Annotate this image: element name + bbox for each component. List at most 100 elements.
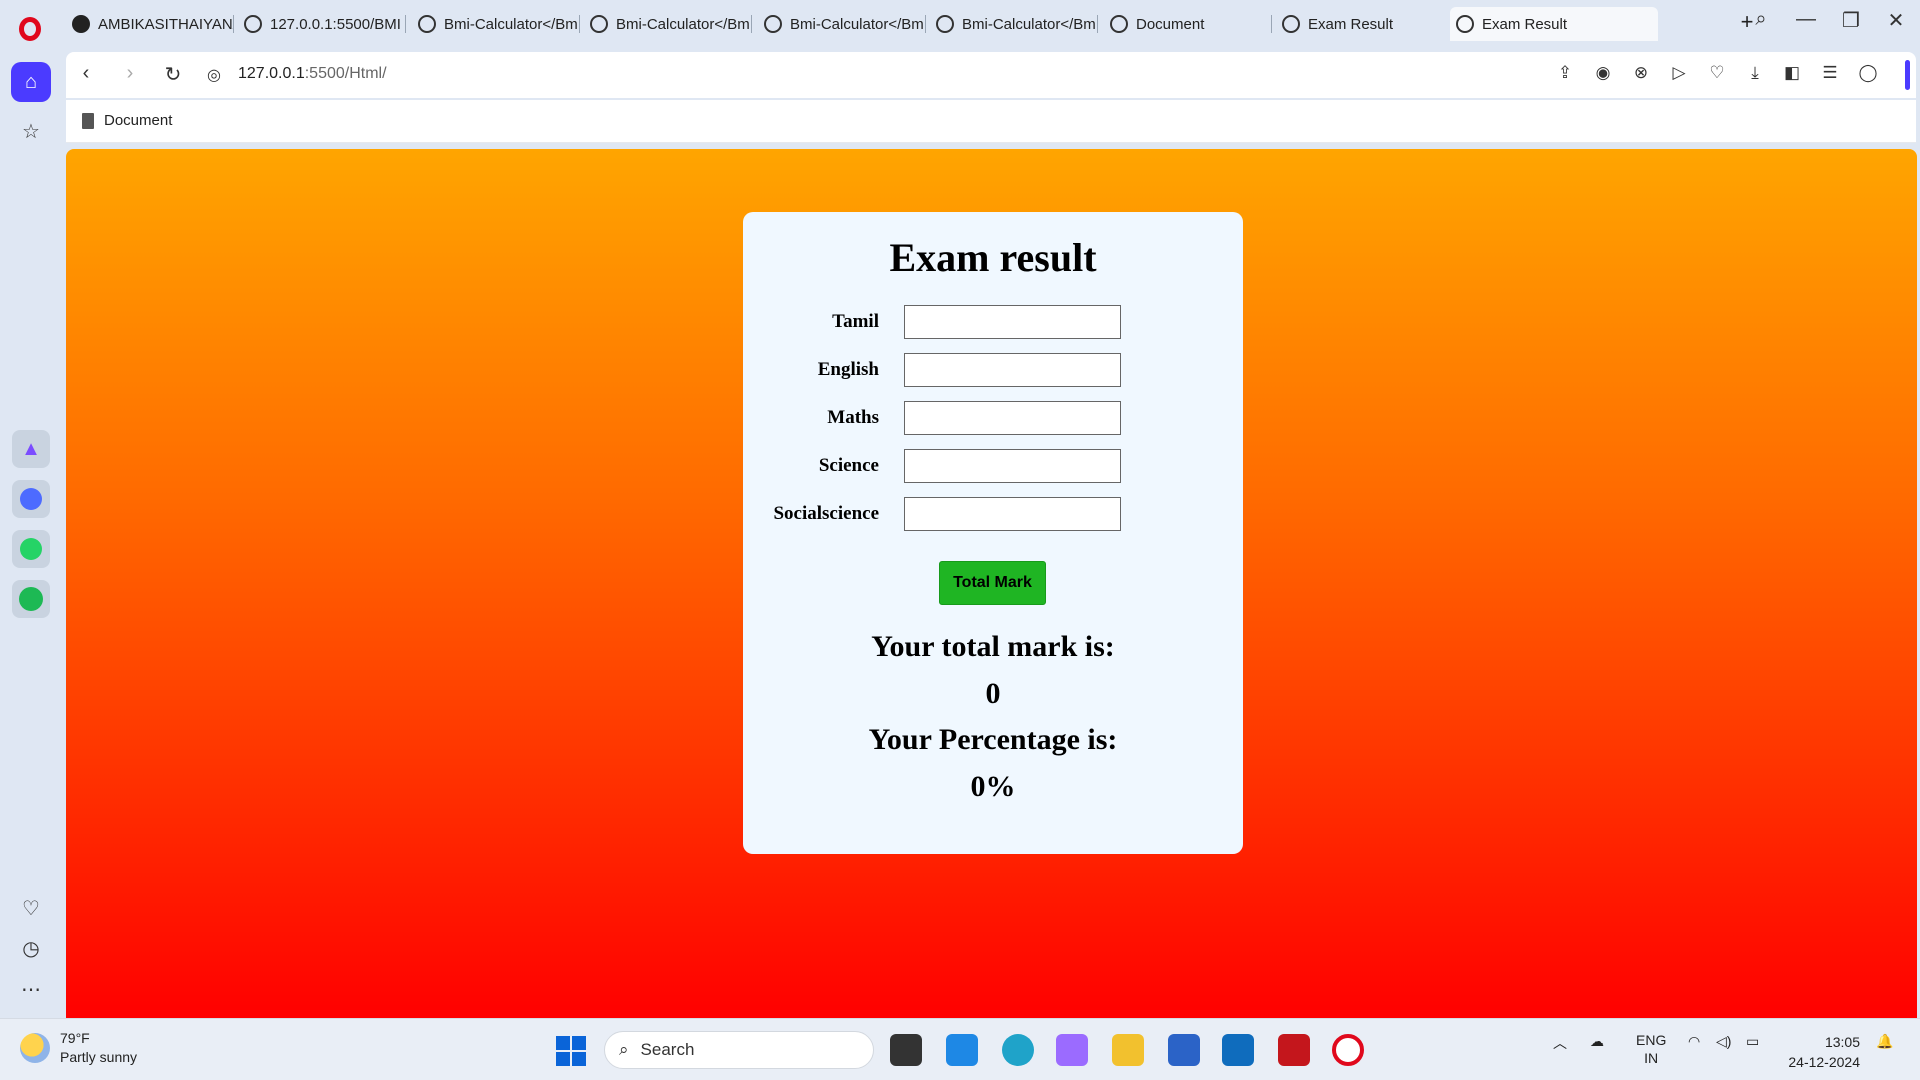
tab-bmi-calculator[interactable]: Bmi-Calculator</Bm <box>758 7 926 41</box>
profile-icon[interactable]: ◯ <box>1856 63 1880 83</box>
page-title: Exam result <box>889 235 1097 280</box>
camera-icon[interactable]: ◉ <box>1591 63 1615 83</box>
field-row: Science <box>743 449 1243 485</box>
play-icon[interactable]: ▷ <box>1667 63 1691 83</box>
field-label: English <box>817 359 879 380</box>
tab-label: Exam Result <box>1482 15 1568 33</box>
tab-label: Bmi-Calculator</Bm <box>962 15 1096 33</box>
heart-icon[interactable]: ♡ <box>1705 63 1729 83</box>
bookmarks-star-icon[interactable]: ☆ <box>12 112 50 150</box>
time: 13:05 <box>1824 1034 1860 1050</box>
field-label: Tamil <box>832 311 879 332</box>
clock[interactable]: 13:05 24-12-2024 <box>1788 1032 1860 1072</box>
outlook-icon[interactable] <box>1222 1034 1254 1066</box>
total-value: 0 <box>985 677 1001 710</box>
volume-icon[interactable]: ◁) <box>1716 1033 1731 1050</box>
bookmark-label: Document <box>104 112 173 129</box>
search-placeholder: Search <box>640 1040 695 1059</box>
globe-icon <box>764 15 782 33</box>
vscode-icon[interactable] <box>946 1034 978 1066</box>
english-input[interactable] <box>904 353 1121 387</box>
weather-icon <box>20 1033 50 1063</box>
adblock-icon[interactable]: ⊗ <box>1629 63 1653 83</box>
tab-label: Bmi-Calculator</Bm <box>616 15 750 33</box>
opera-logo-icon[interactable] <box>19 17 41 41</box>
tab-bmi-calculator[interactable]: Bmi-Calculator</Bm <box>584 7 752 41</box>
notification-bell-icon[interactable]: 🔔 <box>1876 1033 1893 1050</box>
tamil-input[interactable] <box>904 305 1121 339</box>
easy-setup-icon[interactable]: ☰ <box>1818 63 1842 83</box>
edge-icon[interactable] <box>1002 1034 1034 1066</box>
site-info-icon[interactable]: ◎ <box>202 65 226 85</box>
spotify-icon[interactable] <box>12 580 50 618</box>
history-icon[interactable]: ◷ <box>12 929 50 967</box>
mcafee-icon[interactable] <box>1278 1034 1310 1066</box>
heart-icon[interactable]: ♡ <box>12 889 50 927</box>
search-tabs-icon[interactable]: ⌕ <box>1746 8 1776 31</box>
back-icon[interactable]: ‹ <box>74 62 98 85</box>
messenger-icon[interactable] <box>12 480 50 518</box>
science-input[interactable] <box>904 449 1121 483</box>
more-icon[interactable]: ⋯ <box>12 970 50 1008</box>
restore-button[interactable]: ❐ <box>1836 8 1866 33</box>
tab-label: Document <box>1136 15 1205 33</box>
battery-icon[interactable]: ▭ <box>1746 1033 1759 1050</box>
search-icon: ⌕ <box>619 1040 629 1059</box>
wallet-icon[interactable]: ◧ <box>1780 63 1804 83</box>
home-icon[interactable]: ⌂ <box>11 62 51 102</box>
tab-label: Bmi-Calculator</Bm <box>444 15 578 33</box>
tab-label: Bmi-Calculator</Bm <box>790 15 924 33</box>
tab-exam-result-active[interactable]: Exam Result <box>1450 7 1658 41</box>
exam-card: Exam result Tamil English Maths Science … <box>743 212 1243 854</box>
field-label: Socialscience <box>773 503 879 524</box>
language-indicator[interactable]: ENG IN <box>1636 1031 1666 1067</box>
tab-bmi-calculator[interactable]: Bmi-Calculator</Bm <box>930 7 1098 41</box>
socialscience-input[interactable] <box>904 497 1121 531</box>
bookmark-document[interactable]: Document <box>82 112 172 129</box>
weather-desc: Partly sunny <box>60 1049 138 1065</box>
globe-icon <box>418 15 436 33</box>
close-window-button[interactable]: ✕ <box>1881 8 1911 33</box>
download-icon[interactable]: ⤓ <box>1743 63 1767 83</box>
tray-chevron-icon[interactable]: ︿ <box>1553 1033 1567 1053</box>
tab-strip: AMBIKASITHAIYAN/ 127.0.0.1:5500/BMI Bmi-… <box>62 0 1920 48</box>
sidebar-accent <box>1905 60 1910 90</box>
whatsapp-icon[interactable] <box>12 530 50 568</box>
onedrive-icon[interactable]: ☁ <box>1590 1033 1604 1050</box>
windows-start-icon[interactable] <box>556 1036 586 1066</box>
copilot-icon[interactable] <box>1056 1034 1088 1066</box>
bookmarks-bar: Document <box>66 100 1916 143</box>
opera-taskbar-icon[interactable] <box>1332 1034 1364 1066</box>
tab-exam-result[interactable]: Exam Result <box>1276 7 1444 41</box>
tab-github[interactable]: AMBIKASITHAIYAN/ <box>66 7 234 41</box>
url-field[interactable]: 127.0.0.1:5500/Html/ <box>238 65 387 83</box>
share-icon[interactable]: ⇪ <box>1553 63 1577 83</box>
percentage-value: 0% <box>970 770 1016 803</box>
reload-icon[interactable]: ↻ <box>161 62 185 87</box>
maths-input[interactable] <box>904 401 1121 435</box>
tab-document[interactable]: Document <box>1104 7 1272 41</box>
tab-bmi[interactable]: 127.0.0.1:5500/BMI <box>238 7 406 41</box>
tab-bmi-calculator[interactable]: Bmi-Calculator</Bm <box>412 7 580 41</box>
globe-icon <box>1456 15 1474 33</box>
aria-app-icon[interactable]: ▲ <box>12 430 50 468</box>
tab-label: AMBIKASITHAIYAN/ <box>98 15 234 33</box>
total-mark-button[interactable]: Total Mark <box>939 561 1046 605</box>
page-viewport: Exam result Tamil English Maths Science … <box>66 149 1917 1018</box>
taskbar-search[interactable]: ⌕ Search <box>604 1031 874 1069</box>
file-manager-icon[interactable] <box>890 1034 922 1066</box>
minimize-button[interactable]: — <box>1791 8 1821 31</box>
field-row: Maths <box>743 401 1243 437</box>
file-explorer-icon[interactable] <box>1112 1034 1144 1066</box>
taskbar: 79°F Partly sunny ⌕ Search ︿ ☁ ENG IN ◠ ◁… <box>0 1018 1920 1080</box>
globe-icon <box>1110 15 1128 33</box>
sidebar: ⌂ ☆ ▲ ♡ ◷ ⋯ <box>0 0 62 1018</box>
globe-icon <box>590 15 608 33</box>
store-icon[interactable] <box>1168 1034 1200 1066</box>
weather-widget[interactable]: 79°F Partly sunny <box>20 1029 137 1067</box>
forward-icon[interactable]: › <box>118 62 142 85</box>
globe-icon <box>244 15 262 33</box>
wifi-icon[interactable]: ◠ <box>1688 1033 1700 1050</box>
github-icon <box>72 15 90 33</box>
total-label: Your total mark is: <box>871 630 1115 663</box>
